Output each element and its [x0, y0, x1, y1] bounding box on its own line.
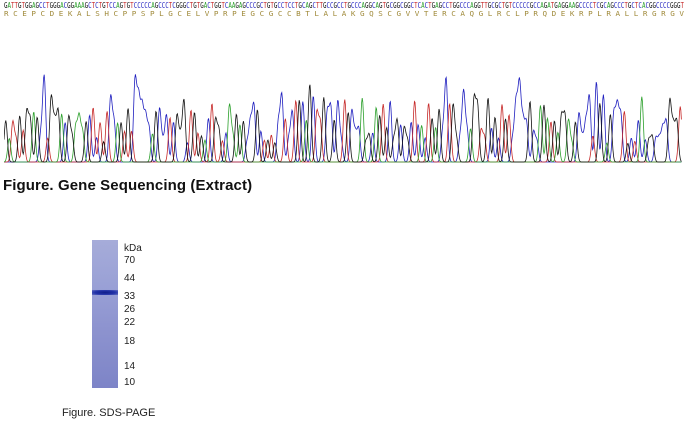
gel-lane — [92, 240, 118, 388]
marker-label: 70 — [124, 255, 136, 266]
marker-label: 44 — [124, 273, 136, 284]
sequencing-caption: Figure. Gene Sequencing (Extract) — [3, 177, 253, 194]
sds-page-caption: Figure. SDS-PAGE — [62, 407, 156, 419]
marker-label: 10 — [124, 377, 136, 388]
protein-band — [92, 290, 118, 295]
marker-label: 33 — [124, 291, 136, 302]
chromatogram-trace — [4, 74, 682, 163]
marker-label: 26 — [124, 304, 136, 315]
marker-label: 22 — [124, 317, 136, 328]
amino-acid-sequence-line: R C E P C D E K A L S H C P P S P L G C … — [4, 10, 684, 17]
marker-label: 18 — [124, 336, 136, 347]
marker-label: 14 — [124, 361, 136, 372]
gel-unit-label: kDa — [124, 243, 142, 254]
nucleotide-sequence: GATTGTGGAGCCTGGGACGGAAAGCTCTGTCCAGTGTCCC… — [4, 1, 684, 9]
amino-acid-sequence: R C E P C D E K A L S H C P P S P L G C … — [4, 10, 684, 17]
nucleotide-sequence-line: GATTGTGGAGCCTGGGACGGAAAGCTCTGTCCAGTGTCCC… — [4, 1, 684, 9]
trace-C — [4, 74, 682, 163]
